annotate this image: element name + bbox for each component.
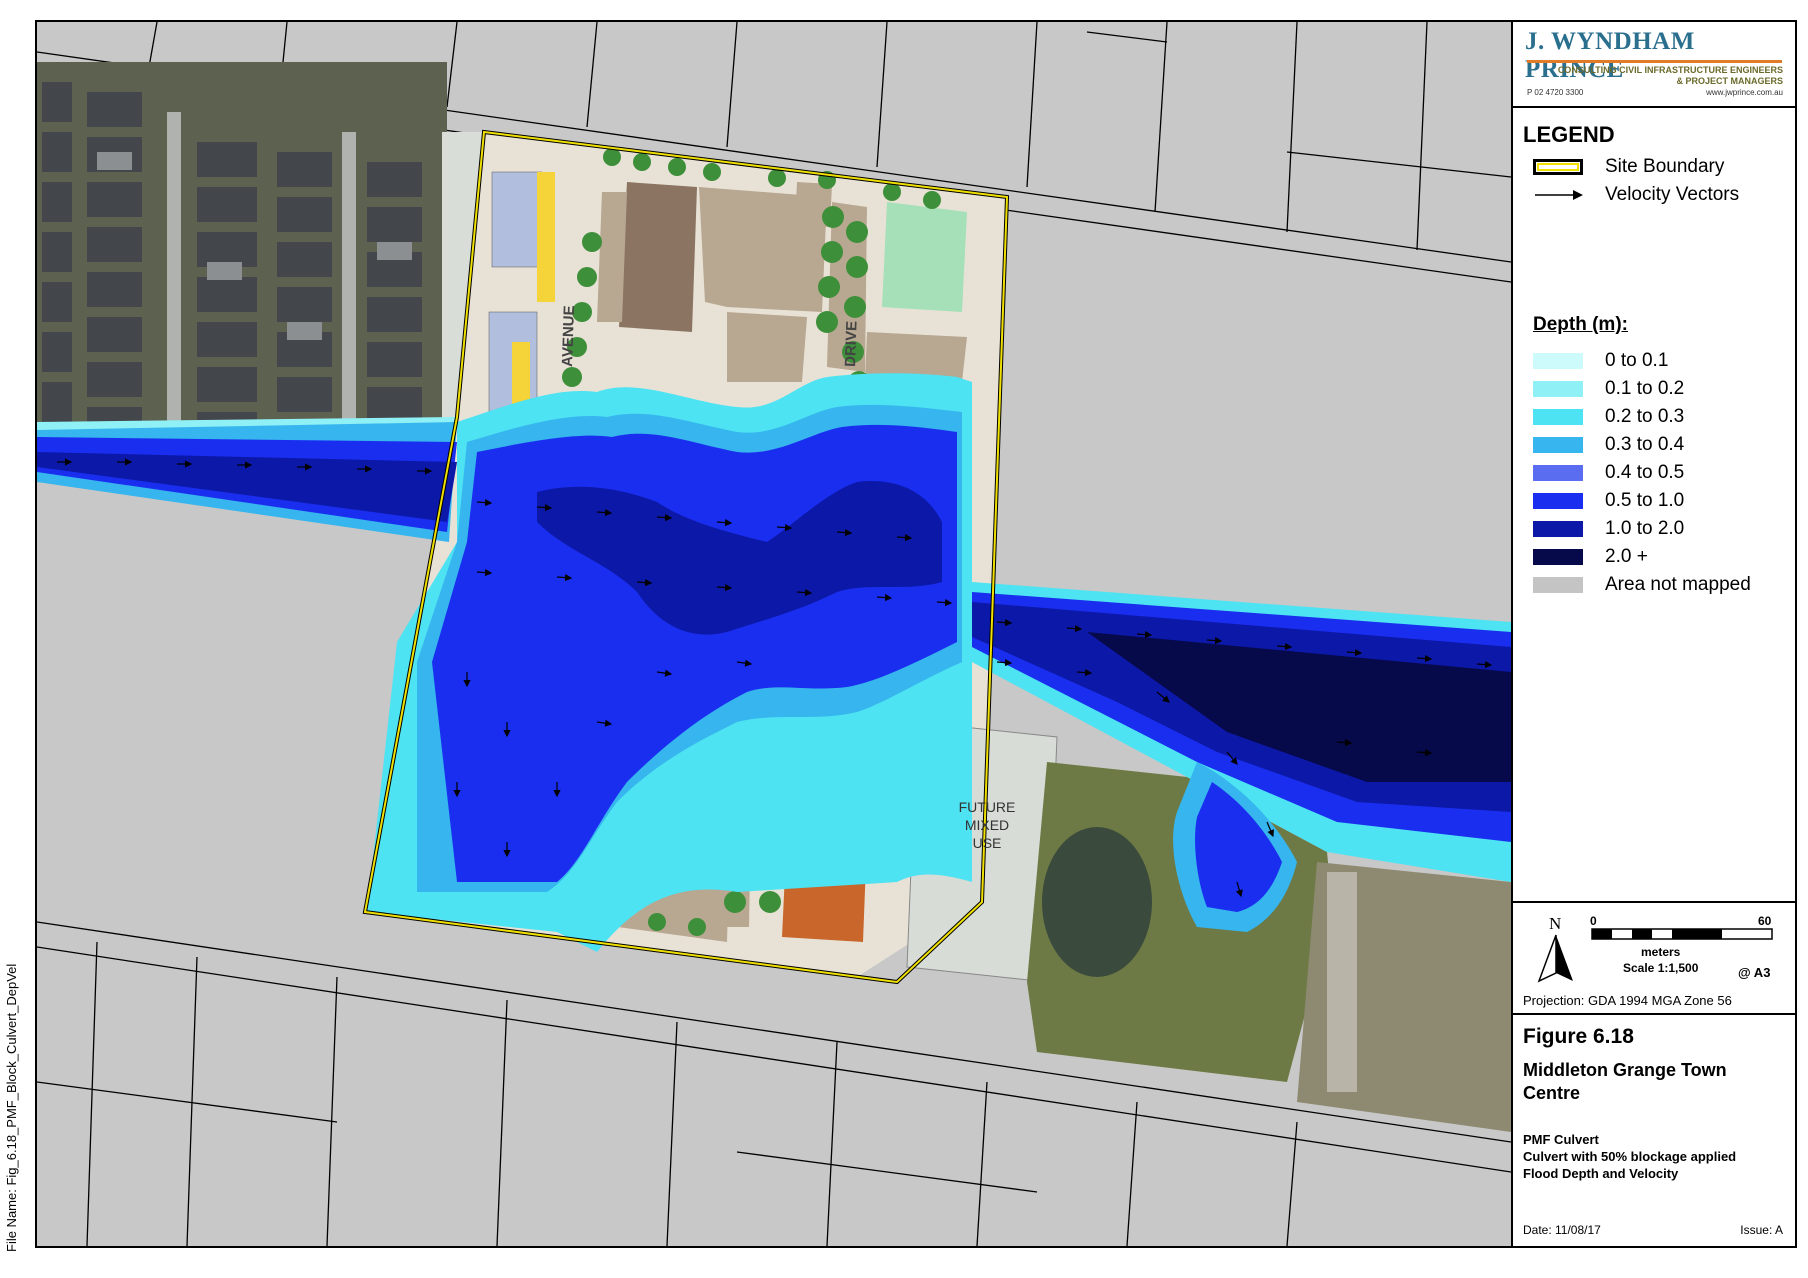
future-mixed-use-label-2: MIXED (965, 817, 1009, 833)
depth-swatch (1533, 521, 1583, 537)
figure-date: Date: 11/08/17 (1523, 1223, 1601, 1237)
title-block: Figure 6.18 Middleton Grange Town Centre… (1513, 1015, 1795, 1246)
street-label-drive: DRIVE (842, 321, 861, 367)
velocity-arrow-icon (1535, 190, 1583, 200)
map-canvas: AVENUE DRIVE FUTURE MIXED USE (37, 22, 1511, 1246)
legend-box: LEGEND Site Boundary Velocity Vectors De… (1513, 108, 1795, 903)
flood-map: AVENUE DRIVE FUTURE MIXED USE (37, 22, 1511, 1246)
scale-units: meters (1641, 945, 1681, 959)
depth-class-label: 0.3 to 0.4 (1605, 434, 1685, 455)
not-mapped-label: Area not mapped (1605, 574, 1751, 595)
figure-subtitle: PMF Culvert Culvert with 50% blockage ap… (1523, 1131, 1785, 1182)
figure-subtitle-1: PMF Culvert (1523, 1132, 1599, 1147)
street-label-avenue: AVENUE (559, 305, 578, 367)
depth-swatch (1533, 493, 1583, 509)
depth-swatch (1533, 353, 1583, 369)
figure-number: Figure 6.18 (1523, 1025, 1634, 1048)
scale-paper-size: @ A3 (1738, 965, 1771, 980)
scale-bar: 0 60 (1590, 915, 1773, 940)
figure-subtitle-2: Culvert with 50% blockage applied (1523, 1149, 1737, 1164)
legend-velocity-vectors-label: Velocity Vectors (1605, 184, 1740, 205)
depth-swatch (1533, 465, 1583, 481)
depth-class-label: 2.0 + (1605, 546, 1648, 567)
site-boundary-swatch (1533, 159, 1583, 175)
scale-ratio: Scale 1:1,500 (1623, 961, 1699, 975)
depth-swatch (1533, 409, 1583, 425)
depth-class-label: 1.0 to 2.0 (1605, 518, 1685, 539)
company-phone: P 02 4720 3300 (1527, 88, 1584, 97)
residential-aerial (37, 62, 482, 472)
depth-class-label: 0.4 to 0.5 (1605, 462, 1685, 483)
depth-class-label: 0.5 to 1.0 (1605, 490, 1685, 511)
depth-class-label: 0 to 0.1 (1605, 350, 1669, 371)
projection-label: Projection: GDA 1994 MGA Zone 56 (1523, 993, 1732, 1008)
company-tagline-2: & PROJECT MANAGERS (1676, 76, 1783, 86)
north-arrow-icon: N (1537, 914, 1573, 983)
depth-title: Depth (m): (1533, 314, 1628, 335)
legend-site-boundary-label: Site Boundary (1605, 156, 1725, 177)
north-letter: N (1549, 914, 1561, 933)
depth-swatch (1533, 549, 1583, 565)
legend-panel: J. WYNDHAM PRINCE CONSULTING CIVIL INFRA… (1511, 22, 1795, 1246)
future-mixed-use-label-3: USE (973, 835, 1002, 851)
depth-class-label: 0.2 to 0.3 (1605, 406, 1685, 427)
company-logo-box: J. WYNDHAM PRINCE CONSULTING CIVIL INFRA… (1513, 22, 1795, 108)
depth-swatch (1533, 381, 1583, 397)
company-tagline-1: CONSULTING CIVIL INFRASTRUCTURE ENGINEER… (1557, 65, 1783, 75)
scale-box: N 0 60 meters Scale 1:1,500 @ A3 Project… (1513, 903, 1795, 1015)
file-name-label: File Name: Fig_6.18_PMF_Block_Culvert_De… (4, 963, 19, 1252)
future-mixed-use-label-1: FUTURE (959, 799, 1016, 815)
figure-title: Middleton Grange Town Centre (1523, 1060, 1727, 1103)
legend-title: LEGEND (1523, 122, 1615, 147)
scale-max: 60 (1758, 915, 1772, 928)
figure-issue: Issue: A (1740, 1223, 1783, 1237)
scale-min: 0 (1590, 915, 1597, 928)
logo-underline (1527, 60, 1782, 63)
depth-swatch (1533, 437, 1583, 453)
depth-class-label: 0.1 to 0.2 (1605, 378, 1685, 399)
figure-subtitle-3: Flood Depth and Velocity (1523, 1166, 1679, 1181)
not-mapped-swatch (1533, 577, 1583, 593)
company-website: www.jwprince.com.au (1706, 88, 1783, 97)
